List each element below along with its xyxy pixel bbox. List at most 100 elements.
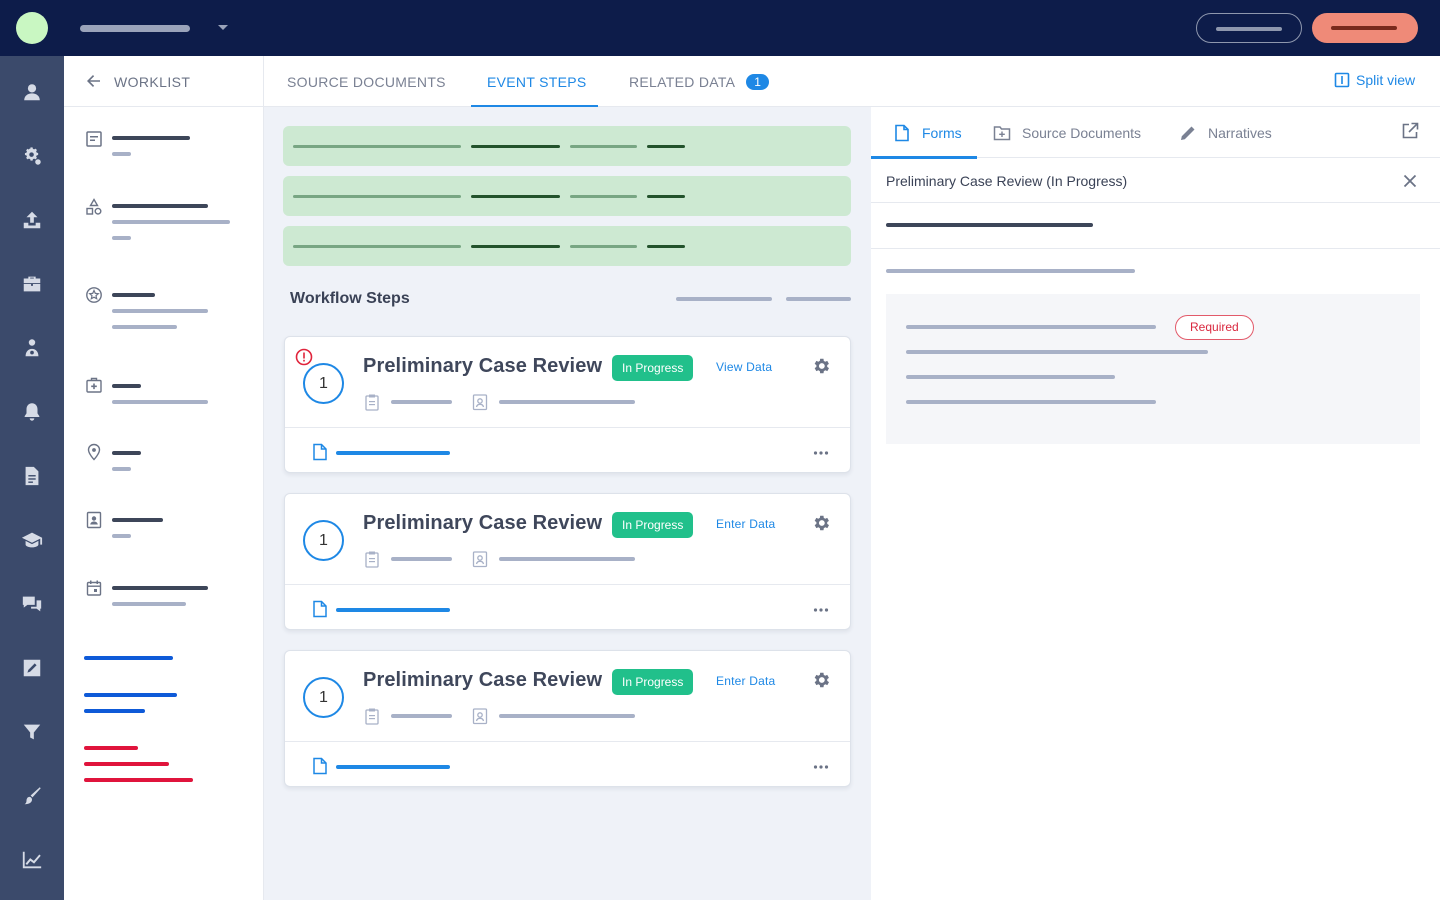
close-icon[interactable] [1402, 173, 1418, 189]
pencil-icon [1181, 126, 1195, 140]
workflow-control[interactable] [786, 297, 851, 301]
step-document-link[interactable] [336, 765, 450, 769]
id-badge-icon [85, 511, 103, 529]
file-icon [313, 757, 327, 775]
filter-icon[interactable] [20, 720, 44, 744]
form-section-header[interactable] [871, 203, 1440, 249]
tab-related-data[interactable]: RELATED DATA 1 [629, 56, 770, 107]
gear-icon[interactable] [811, 513, 831, 533]
tab-label: Forms [922, 124, 962, 141]
more-options-icon[interactable] [813, 764, 829, 770]
tab-source-documents[interactable]: SOURCE DOCUMENTS [287, 56, 446, 107]
field-value[interactable] [906, 350, 1208, 354]
status-badge: In Progress [612, 512, 694, 538]
secondary-action-button[interactable] [1196, 13, 1302, 43]
graduation-cap-icon[interactable] [20, 528, 44, 552]
enter-data-link[interactable]: Enter Data [716, 517, 775, 531]
briefcase-icon[interactable] [20, 272, 44, 296]
user-icon[interactable] [20, 80, 44, 104]
info-banner[interactable] [283, 176, 851, 216]
form-icon [85, 130, 103, 148]
more-options-icon[interactable] [813, 450, 829, 456]
status-badge: In Progress [612, 669, 694, 695]
bell-icon[interactable] [20, 400, 44, 424]
brush-icon[interactable] [20, 784, 44, 808]
gear-icon[interactable] [811, 670, 831, 690]
app-logo[interactable] [16, 12, 48, 44]
open-external-icon[interactable] [1401, 122, 1419, 140]
assignee-icon [472, 708, 488, 725]
chart-line-icon[interactable] [20, 848, 44, 872]
sidebar-link[interactable] [84, 656, 173, 660]
file-icon [895, 124, 909, 141]
step-meta [391, 557, 452, 561]
step-number: 1 [303, 520, 344, 561]
calendar-icon [85, 579, 103, 597]
field-value[interactable] [906, 375, 1115, 379]
info-banner[interactable] [283, 126, 851, 166]
sidebar-item-title[interactable] [112, 451, 141, 455]
chevron-down-icon[interactable] [218, 25, 228, 30]
edit-icon[interactable] [20, 656, 44, 680]
secondary-action-label [1216, 27, 1282, 31]
step-meta [499, 400, 635, 404]
chat-icon[interactable] [20, 592, 44, 616]
alert-icon [295, 348, 313, 366]
sidebar-alert-link[interactable] [84, 746, 138, 750]
step-document-link[interactable] [336, 608, 450, 612]
enter-data-link[interactable]: Enter Data [716, 674, 775, 688]
tab-narratives[interactable]: Narratives [1179, 107, 1272, 158]
step-document-link[interactable] [336, 451, 450, 455]
required-badge: Required [1175, 315, 1254, 340]
sidebar-alert-link[interactable] [84, 762, 169, 766]
upload-icon[interactable] [20, 208, 44, 232]
tab-event-steps[interactable]: EVENT STEPS [471, 56, 598, 108]
more-options-icon[interactable] [813, 607, 829, 613]
gears-icon[interactable] [20, 144, 44, 168]
file-icon [313, 443, 327, 461]
event-steps-panel: Workflow Steps 1 Preliminary Case Review… [264, 107, 871, 900]
split-view-button[interactable]: Split view [1334, 72, 1415, 88]
workflow-control[interactable] [676, 297, 772, 301]
clipboard-icon [365, 708, 379, 725]
primary-action-button[interactable] [1312, 13, 1418, 43]
view-data-link[interactable]: View Data [716, 360, 772, 374]
sidebar-item-title[interactable] [112, 136, 190, 140]
sidebar-item-title[interactable] [112, 586, 208, 590]
sidebar-item-value [112, 602, 186, 606]
sidebar-link[interactable] [84, 693, 177, 697]
tab-forms[interactable]: Forms [871, 107, 977, 159]
step-number: 1 [303, 363, 344, 404]
back-to-worklist[interactable]: WORKLIST [64, 56, 264, 107]
document-icon[interactable] [20, 464, 44, 488]
split-view-icon [1334, 72, 1350, 88]
info-banner[interactable] [283, 226, 851, 266]
field-value[interactable] [906, 400, 1156, 404]
step-title: Preliminary Case Review [363, 512, 603, 534]
workflow-step-card[interactable]: 1 Preliminary Case Review In Progress En… [284, 493, 851, 630]
people-icon[interactable] [20, 336, 44, 360]
app-switcher[interactable] [80, 25, 190, 32]
sidebar-item-value [112, 534, 131, 538]
sidebar-item-value [112, 220, 230, 224]
sidebar-item-title[interactable] [112, 293, 155, 297]
top-bar [0, 0, 1440, 56]
sidebar-link[interactable] [84, 709, 145, 713]
sidebar-item-value [112, 400, 208, 404]
sidebar-item-value [112, 309, 208, 313]
sidebar-item-title[interactable] [112, 384, 141, 388]
split-view-label: Split view [1356, 72, 1416, 88]
workflow-step-card[interactable]: 1 Preliminary Case Review In Progress Vi… [284, 336, 851, 473]
section-title [886, 223, 1093, 227]
workflow-step-card[interactable]: 1 Preliminary Case Review In Progress En… [284, 650, 851, 787]
record-tabs: SOURCE DOCUMENTS EVENT STEPS RELATED DAT… [264, 56, 1440, 108]
sidebar-alert-link[interactable] [84, 778, 193, 782]
gear-icon[interactable] [811, 356, 831, 376]
sidebar-item-title[interactable] [112, 204, 208, 208]
sidebar-item-title[interactable] [112, 518, 163, 522]
tab-label: Source Documents [1022, 124, 1142, 141]
workflow-steps-title: Workflow Steps [290, 290, 410, 307]
tab-source-documents[interactable]: Source Documents [993, 107, 1141, 158]
file-icon [313, 600, 327, 618]
step-meta [391, 714, 452, 718]
